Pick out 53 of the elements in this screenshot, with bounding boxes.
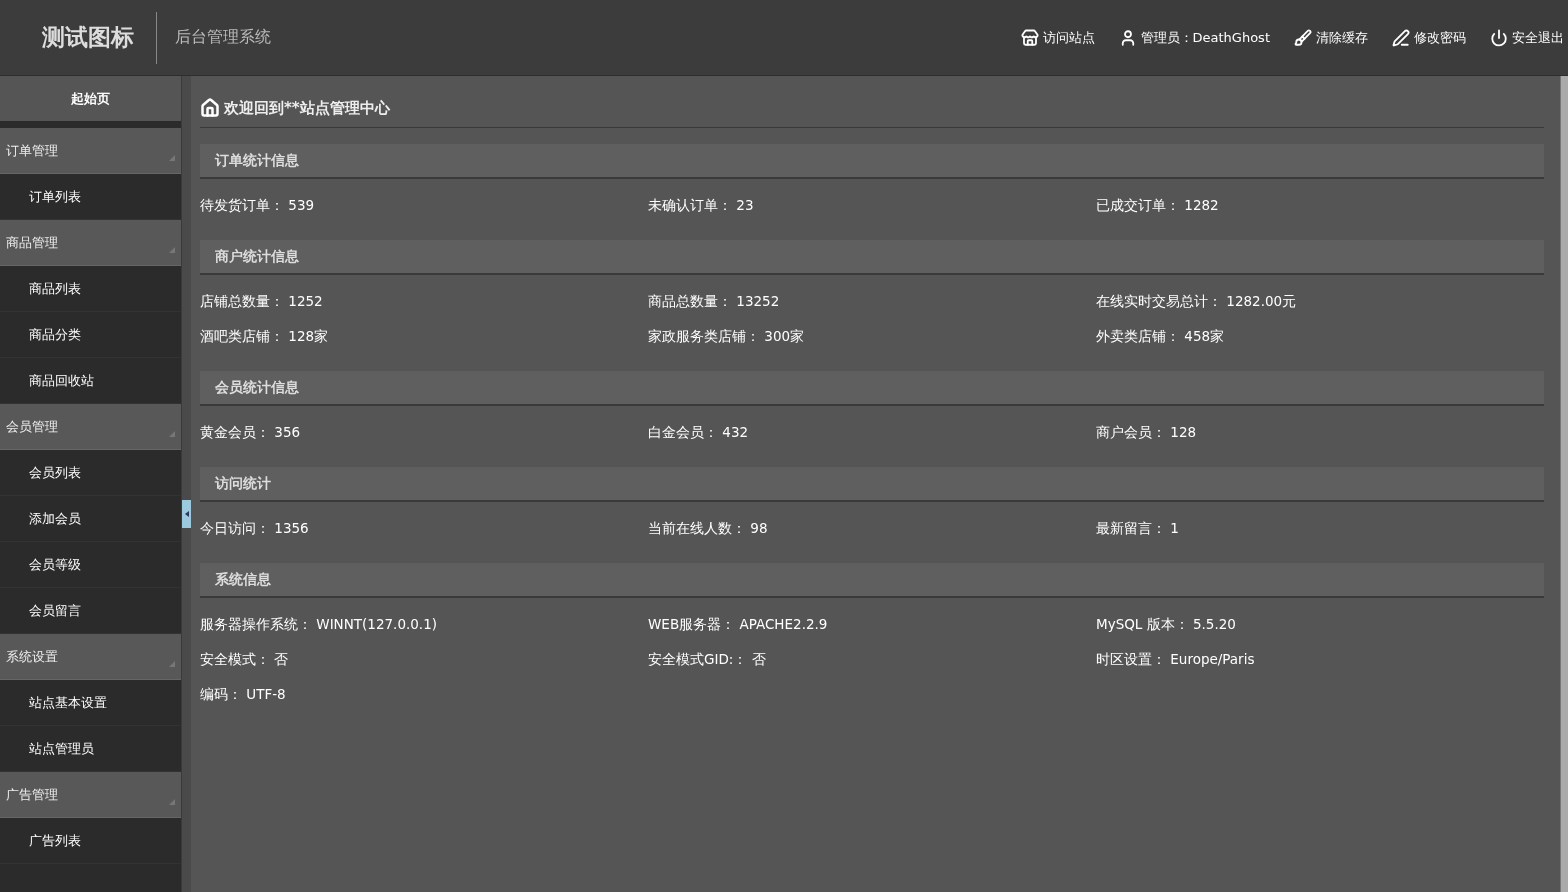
stat-text: 家政服务类店铺： 300家 [648,327,806,346]
section-header: 访问统计 [200,467,1544,502]
stat-text: 在线实时交易总计： 1282.00元 [1096,292,1298,311]
pen-icon [1392,28,1410,47]
menu-group-label: 广告管理 [6,785,58,804]
stat-text: 编码： UTF-8 [200,685,287,704]
power-icon [1490,28,1508,47]
section-header: 订单统计信息 [200,144,1544,179]
menu-group-header[interactable]: 系统设置 [0,634,181,680]
header-link[interactable]: 访问站点 [1020,28,1095,47]
header-link[interactable]: 修改密码 [1392,28,1466,47]
stat-text: 酒吧类店铺： 128家 [200,327,330,346]
stat-text: 未确认订单： 23 [648,196,755,215]
menu-group-header[interactable]: 商品管理 [0,220,181,266]
stat-text: 店铺总数量： 1252 [200,292,324,311]
menu-group-label: 订单管理 [6,141,58,160]
menu-group-label: 会员管理 [6,417,58,436]
stat-text: 今日访问： 1356 [200,519,310,538]
menu-group-header[interactable]: 订单管理 [0,128,181,174]
brush-icon [1294,28,1312,47]
section-header: 商户统计信息 [200,240,1544,275]
menu-group-label: 系统设置 [6,647,58,666]
header-link[interactable]: 清除缓存 [1294,28,1368,47]
welcome-text: 欢迎回到**站点管理中心 [224,98,390,118]
stat-text: 商户会员： 128 [1096,423,1198,442]
stat-text: WEB服务器： APACHE2.2.9 [648,615,829,634]
scrollbar[interactable] [1560,76,1568,892]
stat-text: 安全模式GID:： 否 [648,650,767,669]
header-link[interactable]: 管理员：DeathGhost [1118,28,1270,47]
menu-group-label: 商品管理 [6,233,58,252]
home-icon [200,98,220,118]
stat-text: 黄金会员： 356 [200,423,302,442]
collapse-handle[interactable] [182,500,191,528]
header-link[interactable]: 安全退出 [1490,28,1564,47]
logo-text: 测试图标 [41,23,135,52]
stat-text: 商品总数量： 13252 [648,292,781,311]
stat-text: 当前在线人数： 98 [648,519,769,538]
stat-text: 已成交订单： 1282 [1096,196,1220,215]
stat-text: 白金会员： 432 [648,423,750,442]
stat-text: 最新留言： 1 [1096,519,1180,538]
stat-text: MySQL 版本： 5.5.20 [1096,615,1237,634]
stat-text: 外卖类店铺： 458家 [1096,327,1226,346]
caret-icon [184,511,189,517]
system-subtitle: 后台管理系统 [174,27,272,48]
stat-text: 安全模式： 否 [200,650,290,669]
stat-text: 待发货订单： 539 [200,196,316,215]
store-icon [1020,28,1039,47]
section-header: 系统信息 [200,563,1544,598]
menu-group-header[interactable]: 会员管理 [0,404,181,450]
menu-group-header[interactable]: 广告管理 [0,772,181,818]
stat-text: 服务器操作系统： WINNT(127.0.0.1) [200,615,438,634]
section-header: 会员统计信息 [200,371,1544,406]
stat-text: 时区设置： Europe/Paris [1096,650,1256,669]
